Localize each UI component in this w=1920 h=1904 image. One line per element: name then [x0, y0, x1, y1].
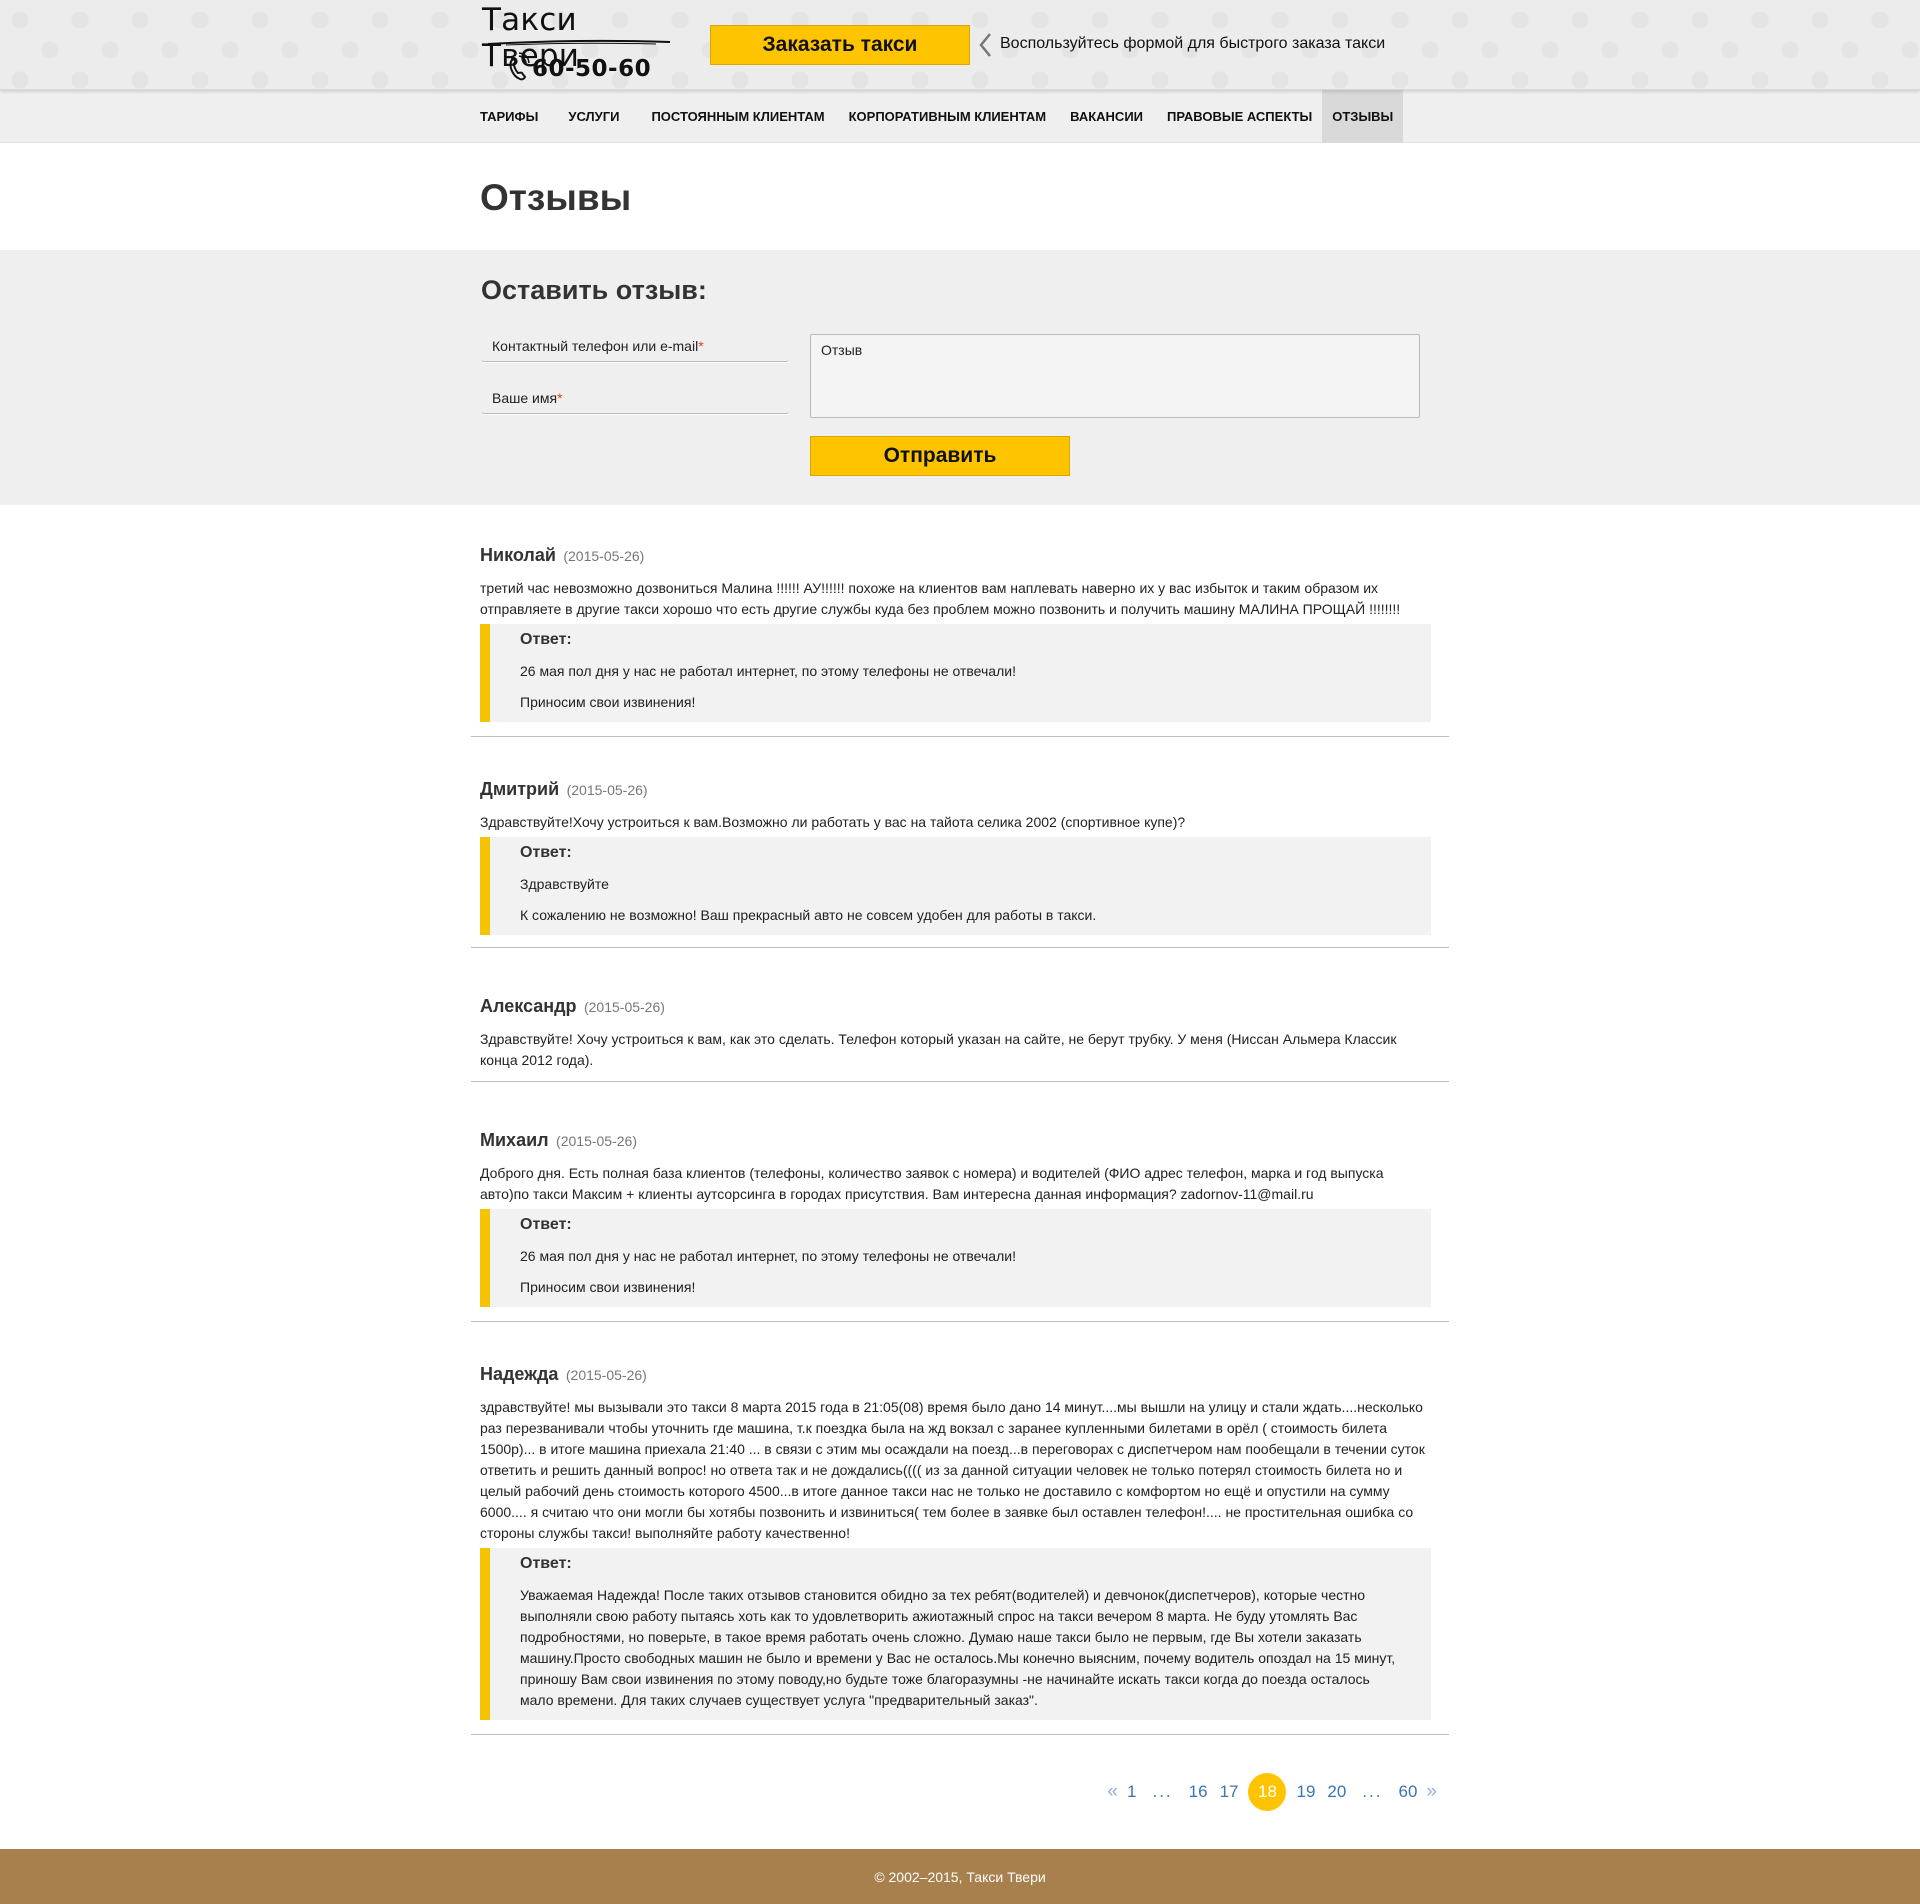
name-placeholder: Ваше имя	[492, 390, 558, 406]
logo[interactable]: Такси Твери 60-50-60	[480, 0, 680, 90]
page-title-area: Отзывы	[480, 143, 1440, 250]
pagination-ellipsis: ...	[1152, 1782, 1173, 1801]
nav-item-corporate-clients[interactable]: КОРПОРАТИВНЫМ КЛИЕНТАМ	[839, 90, 1060, 143]
site-header: Такси Твери 60-50-60 Заказать такси Восп…	[0, 0, 1920, 90]
order-hint: Воспользуйтесь формой для быстрого заказ…	[1000, 35, 1386, 52]
review-text: Здравствуйте! Хочу устроиться к вам, как…	[480, 1031, 1397, 1068]
pagination-prev-icon[interactable]: «	[1107, 1781, 1118, 1803]
review-item: Надежда (2015-05-26) здравствуйте! мы вы…	[471, 1364, 1449, 1735]
answer-label: Ответ:	[520, 1555, 572, 1572]
nav-item-services[interactable]: УСЛУГИ	[548, 90, 641, 143]
page-title: Отзывы	[480, 177, 632, 218]
pagination-page[interactable]: 19	[1296, 1782, 1315, 1802]
review-text: Доброго дня. Есть полная база клиентов (…	[480, 1165, 1384, 1202]
review-author: Надежда	[480, 1364, 559, 1384]
review-item: Николай (2015-05-26) третий час невозмож…	[471, 545, 1449, 737]
required-mark: *	[557, 390, 563, 406]
review-text: Здравствуйте!Хочу устроиться к вам.Возмо…	[480, 814, 1186, 830]
nav-item-reviews[interactable]: ОТЗЫВЫ	[1322, 90, 1404, 143]
answer-text: Приносим свои извинения!	[520, 694, 696, 710]
review-placeholder: Отзыв	[821, 342, 863, 358]
review-item: Михаил (2015-05-26) Доброго дня. Есть по…	[471, 1130, 1449, 1322]
review-date: (2015-05-26)	[583, 999, 665, 1015]
review-textarea[interactable]: Отзыв	[810, 334, 1420, 418]
site-footer: © 2002–2015, Такси Твери	[0, 1849, 1920, 1904]
review-author: Дмитрий	[480, 779, 560, 799]
pagination-page[interactable]: 16	[1189, 1782, 1208, 1802]
logo-swoosh-icon	[487, 39, 671, 46]
answer-text: Уважаемая Надежда! После таких отзывов с…	[520, 1587, 1396, 1708]
review-author: Александр	[480, 996, 577, 1016]
submit-button[interactable]: Отправить	[810, 436, 1070, 476]
footer-copyright: © 2002–2015, Такси Твери	[874, 1868, 1046, 1885]
chevron-left-icon	[979, 33, 991, 57]
nav-item-legal[interactable]: ПРАВОВЫЕ АСПЕКТЫ	[1157, 90, 1322, 143]
answer-label: Ответ:	[520, 1216, 572, 1233]
answer-text: Здравствуйте	[520, 876, 609, 892]
answer-text: 26 мая пол дня у нас не работал интернет…	[520, 663, 1016, 679]
logo-phone-number: 60-50-60	[532, 56, 652, 82]
review-item: Дмитрий (2015-05-26) Здравствуйте!Хочу у…	[471, 779, 1449, 948]
review-text: здравствуйте! мы вызывали это такси 8 ма…	[480, 1399, 1425, 1541]
phone-icon	[509, 52, 530, 81]
answer-text: 26 мая пол дня у нас не работал интернет…	[520, 1248, 1016, 1264]
pagination-ellipsis: ...	[1362, 1782, 1383, 1801]
pagination-page-last[interactable]: 60	[1399, 1782, 1418, 1802]
review-date: (2015-05-26)	[565, 1367, 647, 1383]
contact-field[interactable]: Контактный телефон или e-mail*	[481, 330, 789, 362]
review-answer: Ответ: 26 мая пол дня у нас не работал и…	[480, 624, 1431, 722]
pagination-page-current[interactable]: 18	[1248, 1773, 1287, 1811]
nav-item-vacancies[interactable]: ВАКАНСИИ	[1060, 90, 1157, 143]
pagination-next-icon[interactable]: »	[1426, 1781, 1437, 1803]
answer-text: К сожалению не возможно! Ваш прекрасный …	[520, 907, 1097, 923]
contact-placeholder: Контактный телефон или e-mail	[492, 338, 699, 354]
reviews-list: Николай (2015-05-26) третий час невозмож…	[471, 505, 1449, 1735]
review-author: Михаил	[480, 1130, 549, 1150]
pagination-page[interactable]: 20	[1327, 1782, 1346, 1802]
review-answer: Ответ: Здравствуйте К сожалению не возмо…	[480, 837, 1431, 935]
review-date: (2015-05-26)	[566, 782, 648, 798]
review-answer: Ответ: Уважаемая Надежда! После таких от…	[480, 1548, 1431, 1720]
answer-label: Ответ:	[520, 844, 572, 861]
name-field[interactable]: Ваше имя*	[481, 382, 789, 414]
review-form-section: Оставить отзыв: Контактный телефон или e…	[0, 250, 1920, 505]
required-mark: *	[698, 338, 704, 354]
order-taxi-button[interactable]: Заказать такси	[710, 25, 970, 65]
review-date: (2015-05-26)	[556, 1133, 637, 1149]
answer-text: Приносим свои извинения!	[520, 1279, 696, 1295]
review-date: (2015-05-26)	[563, 548, 645, 564]
nav-item-tariffs[interactable]: ТАРИФЫ	[480, 90, 548, 143]
pagination: « 1 ... 16 17 18 19 20 ... 60 »	[1104, 1772, 1440, 1812]
review-text: третий час невозможно дозвониться Малина…	[480, 580, 1401, 617]
review-answer: Ответ: 26 мая пол дня у нас не работал и…	[480, 1209, 1431, 1307]
answer-label: Ответ:	[520, 631, 572, 648]
main-nav: ТАРИФЫ УСЛУГИ ПОСТОЯННЫМ КЛИЕНТАМ КОРПОР…	[0, 90, 1920, 143]
form-title: Оставить отзыв:	[481, 275, 707, 305]
review-item: Александр (2015-05-26) Здравствуйте! Хоч…	[471, 996, 1449, 1082]
pagination-page-first[interactable]: 1	[1127, 1782, 1136, 1802]
review-author: Николай	[480, 545, 556, 565]
pagination-page[interactable]: 17	[1220, 1782, 1239, 1802]
nav-item-regular-clients[interactable]: ПОСТОЯННЫМ КЛИЕНТАМ	[641, 90, 838, 143]
